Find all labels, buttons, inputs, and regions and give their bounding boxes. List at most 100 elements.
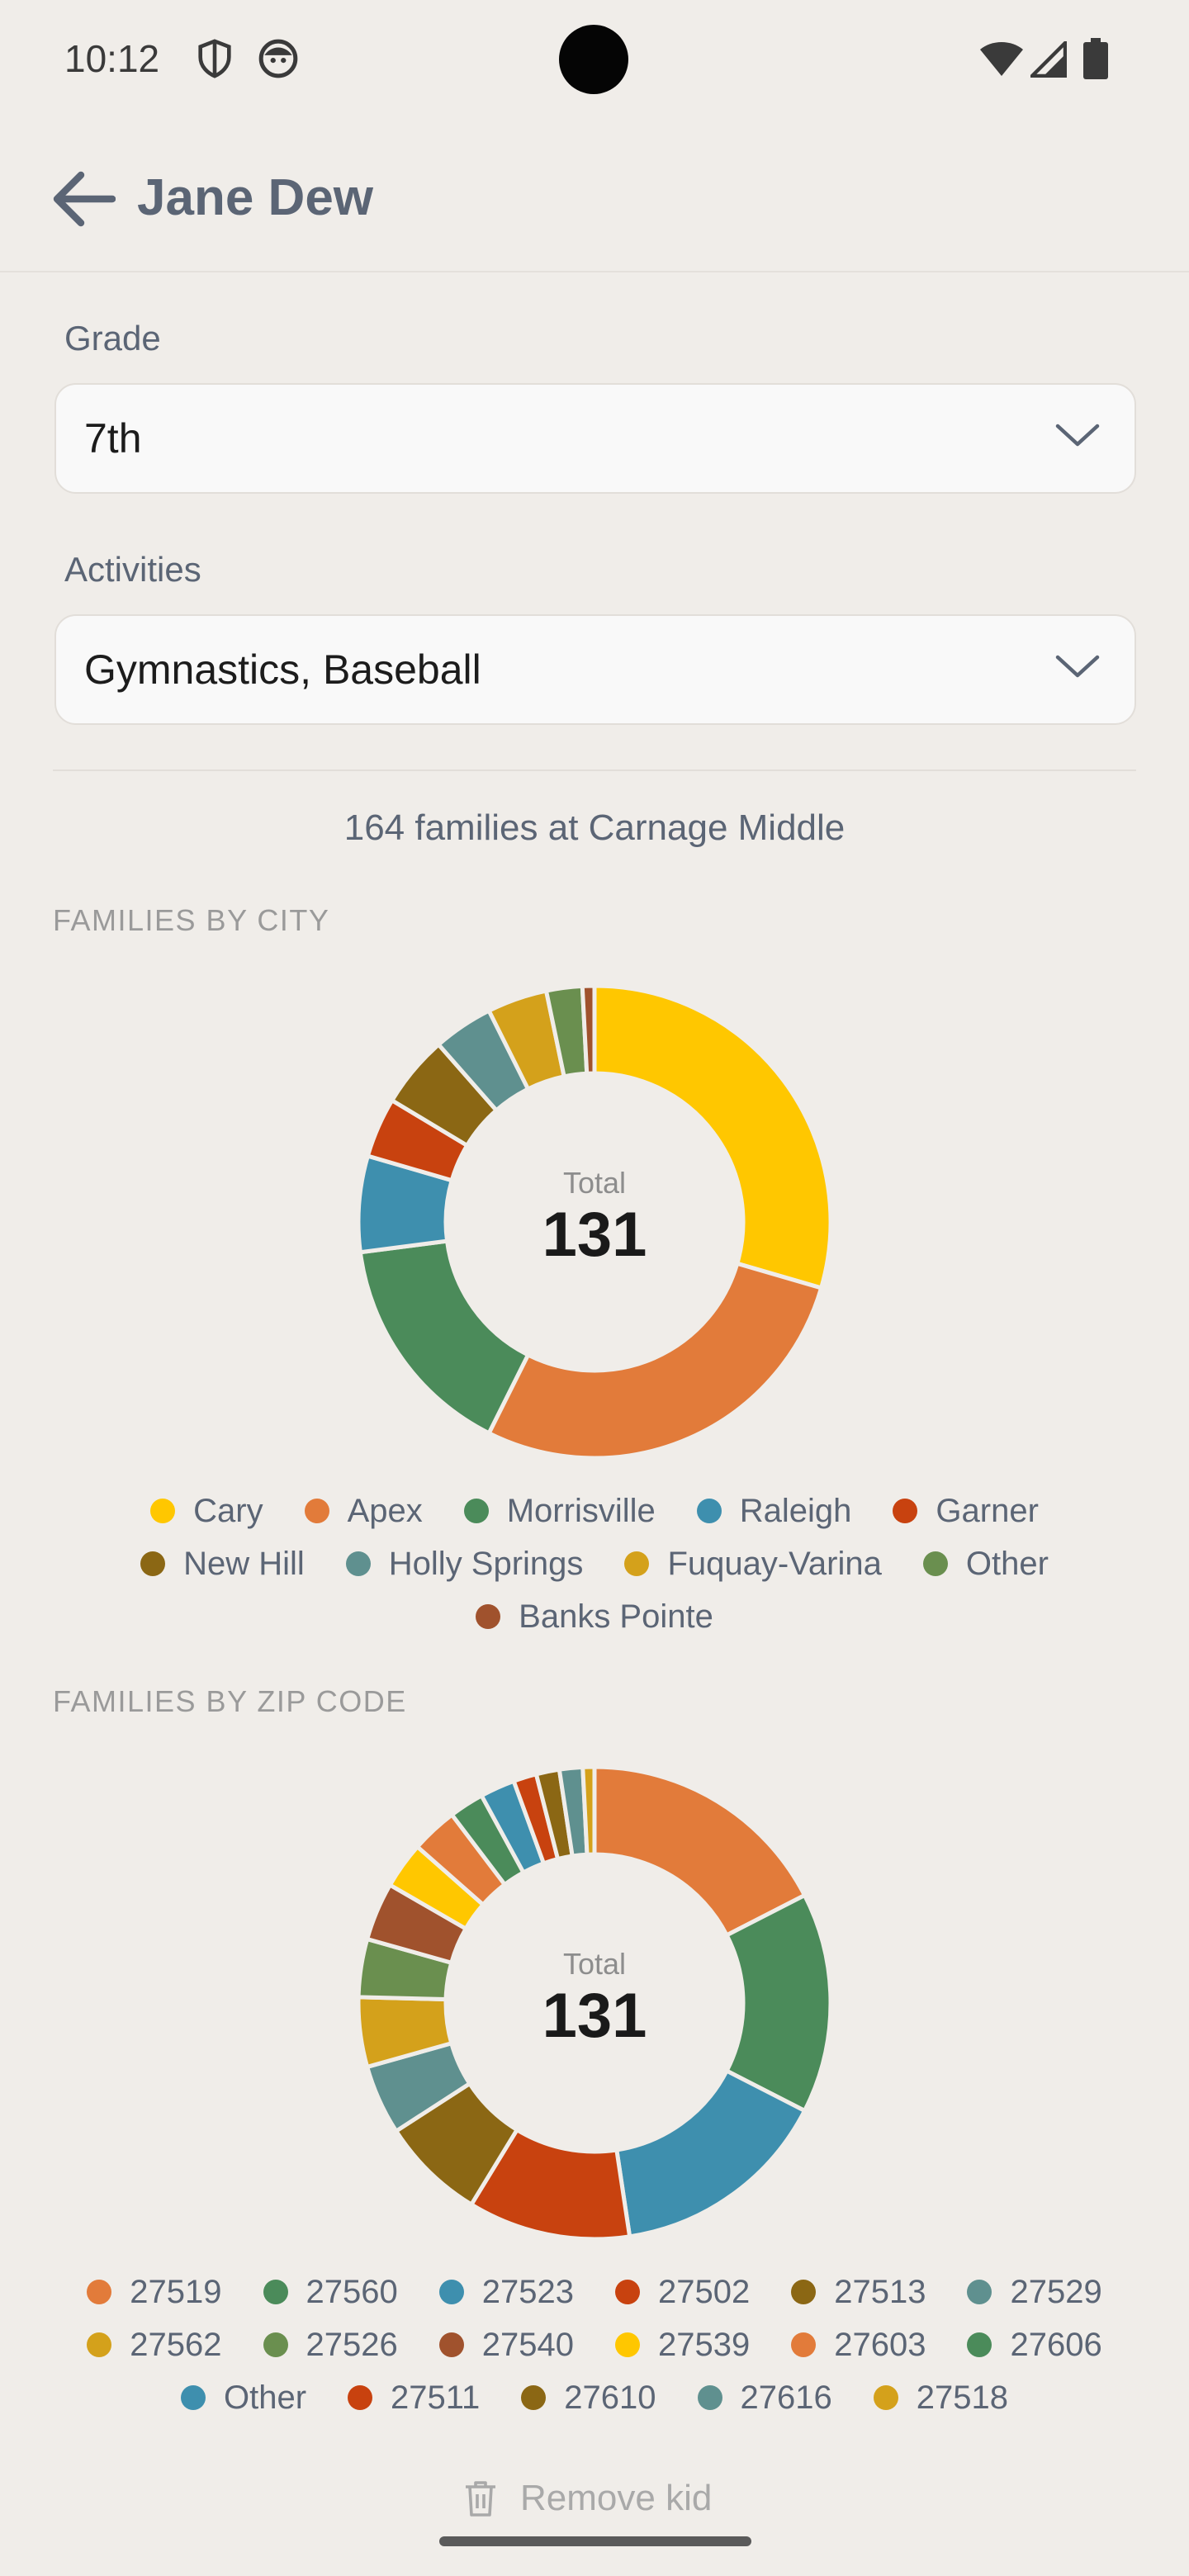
- city-total-label: Total: [562, 1166, 627, 1200]
- legend-label: 27606: [1010, 2326, 1102, 2363]
- legend-dot: [438, 2280, 464, 2304]
- chevron-down-icon: [1055, 424, 1100, 447]
- legend-label: Holly Springs: [388, 1545, 584, 1582]
- grade-select[interactable]: 7th: [54, 383, 1136, 494]
- legend-label: 27513: [834, 2273, 926, 2310]
- zip-legend-item: 27540: [438, 2326, 574, 2364]
- remove-kid-label: Remove kid: [520, 2478, 713, 2518]
- legend-dot: [150, 1499, 176, 1523]
- legend-dot: [304, 1499, 329, 1523]
- zip-legend: 27519 27560 27523 27502 27513 27529 27562 27526…: [50, 2266, 1139, 2424]
- legend-label: Fuquay-Varina: [667, 1545, 882, 1582]
- city-legend-item: Cary: [150, 1493, 263, 1530]
- zip-total: Total 131: [347, 1947, 842, 2051]
- home-indicator: [439, 2536, 751, 2546]
- legend-label: 27539: [658, 2326, 751, 2363]
- zip-total-value: 131: [542, 1981, 647, 2051]
- section-title-zip: FAMILIES BY ZIP CODE: [53, 1684, 407, 1718]
- zip-legend-item: 27513: [791, 2274, 926, 2311]
- legend-dot: [521, 2385, 547, 2410]
- legend-dot: [348, 2385, 373, 2410]
- legend-dot: [893, 1499, 918, 1523]
- legend-label: Banks Pointe: [519, 1598, 713, 1635]
- legend-label: 27562: [130, 2326, 222, 2363]
- back-button[interactable]: [46, 162, 121, 236]
- city-legend-item: Garner: [893, 1493, 1039, 1530]
- city-legend-item: Fuquay-Varina: [624, 1545, 882, 1583]
- city-legend-row: Banks Pointe: [50, 1590, 1139, 1643]
- signal-icon: [1030, 41, 1067, 78]
- legend-label: Morrisville: [506, 1492, 656, 1529]
- zip-total-label: Total: [562, 1947, 627, 1981]
- legend-label: 27523: [481, 2273, 574, 2310]
- legend-dot: [791, 2280, 817, 2304]
- zip-legend-row: Other 27511 27610 27616 27518: [50, 2371, 1139, 2424]
- zip-legend-item: Other: [180, 2379, 307, 2417]
- zip-legend-item: 27518: [873, 2379, 1008, 2417]
- legend-dot: [140, 1551, 166, 1576]
- city-legend-item: Banks Pointe: [476, 1598, 713, 1636]
- legend-dot: [87, 2280, 112, 2304]
- legend-dot: [791, 2332, 817, 2357]
- zip-legend-item: 27606: [967, 2326, 1102, 2364]
- legend-dot: [922, 1551, 948, 1576]
- app-bar: Jane Dew: [0, 132, 1189, 272]
- legend-label: 27518: [916, 2379, 1008, 2416]
- legend-label: 27603: [834, 2326, 926, 2363]
- zip-legend-item: 27539: [615, 2327, 750, 2364]
- city-total: Total 131: [347, 1166, 842, 1270]
- legend-label: 27526: [306, 2326, 398, 2363]
- trash-icon: [466, 2481, 495, 2517]
- status-time: 10:12: [64, 37, 160, 80]
- zip-legend-item: 27529: [967, 2274, 1102, 2311]
- legend-label: 27540: [481, 2326, 574, 2363]
- legend-dot: [624, 1551, 650, 1576]
- zip-legend-item: 27519: [87, 2273, 222, 2311]
- remove-kid-button[interactable]: Remove kid: [462, 2474, 712, 2523]
- legend-label: Cary: [193, 1492, 263, 1529]
- legend-label: Apex: [347, 1492, 423, 1529]
- activities-label: Activities: [64, 550, 201, 589]
- legend-dot: [438, 2332, 464, 2357]
- city-legend: Cary Apex Morrisville Raleigh Garner New Hill…: [50, 1485, 1139, 1643]
- city-legend-row: Cary Apex Morrisville Raleigh Garner: [50, 1485, 1139, 1537]
- legend-label: Other: [223, 2379, 307, 2416]
- zip-legend-item: 27523: [438, 2273, 574, 2311]
- zip-legend-item: 27603: [791, 2327, 926, 2364]
- city-legend-item: New Hill: [140, 1546, 305, 1583]
- zip-legend-item: 27526: [263, 2327, 398, 2364]
- zip-slice-27523: [613, 2067, 808, 2239]
- grade-label: Grade: [64, 319, 161, 358]
- city-legend-item: Apex: [304, 1492, 423, 1530]
- city-slice-banks-pointe: [580, 983, 597, 1076]
- legend-dot: [463, 1499, 489, 1523]
- shield-icon: [198, 39, 231, 78]
- status-bar: 10:12: [0, 0, 1189, 116]
- legend-dot: [967, 2280, 992, 2304]
- page-title: Jane Dew: [137, 169, 374, 226]
- city-legend-item: Morrisville: [463, 1492, 656, 1530]
- activities-value: Gymnastics, Baseball: [84, 646, 481, 693]
- grade-value: 7th: [84, 415, 142, 462]
- zip-slice-27518: [580, 1764, 597, 1857]
- legend-dot: [615, 2332, 640, 2357]
- city-total-value: 131: [542, 1200, 647, 1270]
- legend-dot: [697, 2385, 722, 2410]
- legend-dot: [696, 1499, 722, 1523]
- zip-legend-item: 27616: [697, 2379, 832, 2417]
- section-title-city: FAMILIES BY CITY: [53, 903, 330, 937]
- activities-select[interactable]: Gymnastics, Baseball: [54, 614, 1136, 725]
- legend-label: 27519: [130, 2273, 222, 2310]
- city-slice-apex: [486, 1261, 824, 1461]
- legend-dot: [873, 2385, 898, 2410]
- legend-dot: [263, 2280, 288, 2304]
- city-legend-item: Raleigh: [696, 1493, 851, 1530]
- legend-label: 27560: [306, 2273, 398, 2310]
- zip-legend-row: 27562 27526 27540 27539 27603 27606: [50, 2318, 1139, 2371]
- legend-label: 27616: [740, 2379, 832, 2416]
- legend-dot: [87, 2332, 112, 2357]
- zip-legend-row: 27519 27560 27523 27502 27513 27529: [50, 2266, 1139, 2318]
- legend-dot: [476, 1604, 501, 1629]
- legend-dot: [345, 1551, 371, 1576]
- chevron-down-icon: [1055, 655, 1100, 678]
